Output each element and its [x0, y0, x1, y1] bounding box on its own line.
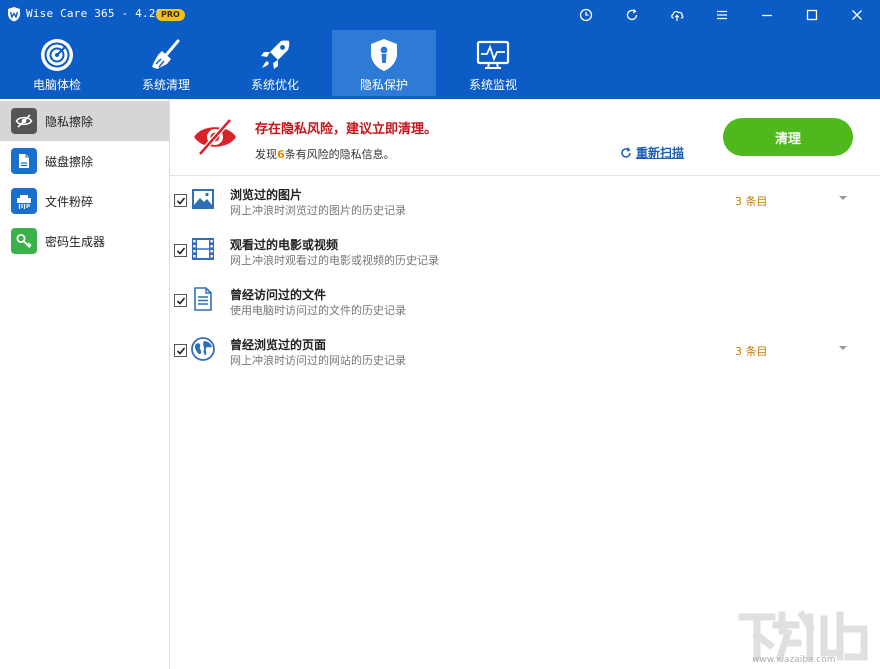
list-item: 浏览过的图片 网上冲浪时浏览过的图片的历史记录 3 条目 [170, 176, 880, 224]
checkmark-icon [176, 346, 185, 355]
item-title: 曾经浏览过的页面 [230, 338, 327, 352]
tab-label: 系统监视 [468, 78, 517, 92]
broom-icon [152, 39, 180, 69]
radar-icon [41, 39, 73, 71]
refresh-icon [626, 9, 638, 21]
sidebar: 隐私擦除 磁盘擦除 文件粉碎 密码生成器 [0, 99, 170, 669]
tab-system-monitor[interactable]: 系统监视 [441, 30, 545, 96]
maximize-button[interactable] [795, 0, 829, 30]
menu-icon [717, 10, 727, 20]
tab-pc-checkup[interactable]: 电脑体检 [5, 30, 109, 96]
watermark-url: www.xiazaiba.com [752, 655, 836, 665]
sidebar-item-label: 磁盘擦除 [45, 155, 94, 169]
risk-summary: 发现6条有风险的隐私信息。 [255, 146, 395, 162]
sidebar-item-privacy-eraser[interactable]: 隐私擦除 [0, 101, 169, 141]
rescan-link[interactable]: 重新扫描 [620, 144, 684, 161]
maximize-icon [806, 9, 818, 21]
list-item: 曾经浏览过的页面 网上冲浪时访问过的网站的历史记录 3 条目 [170, 326, 880, 374]
tab-system-optimize[interactable]: 系统优化 [223, 30, 327, 96]
risk-count: 6 [277, 148, 285, 161]
monitor-icon [476, 40, 510, 69]
item-checkbox[interactable] [174, 344, 187, 357]
item-description: 网上冲浪时浏览过的图片的历史记录 [230, 204, 406, 217]
main-nav: 电脑体检 系统清理 系统优化 隐私保护 系统监视 [0, 30, 880, 99]
checkmark-icon [176, 196, 185, 205]
checkmark-icon [176, 246, 185, 255]
picture-icon [192, 189, 214, 209]
close-button[interactable] [840, 0, 874, 30]
item-title: 浏览过的图片 [230, 188, 303, 202]
chevron-down-icon[interactable] [838, 194, 848, 202]
rescan-label: 重新扫描 [636, 146, 685, 160]
item-count: 3 条目 [735, 345, 768, 358]
item-description: 网上冲浪时访问过的网站的历史记录 [230, 354, 406, 367]
title-bar: Wise Care 365 - 4.26 PRO [0, 0, 880, 30]
risk-summary-prefix: 发现 [255, 148, 277, 161]
risk-title: 存在隐私风险，建议立即清理。 [255, 122, 438, 137]
item-checkbox[interactable] [174, 294, 187, 307]
sidebar-item-label: 隐私擦除 [45, 115, 94, 129]
globe-icon [191, 337, 215, 361]
tab-privacy-protect[interactable]: 隐私保护 [332, 30, 436, 96]
sidebar-item-password-generator[interactable]: 密码生成器 [0, 221, 169, 261]
minimize-button[interactable] [750, 0, 784, 30]
menu-button[interactable] [705, 0, 739, 30]
tab-label: 电脑体检 [32, 78, 81, 92]
chevron-down-icon[interactable] [838, 344, 848, 352]
checkmark-icon [176, 296, 185, 305]
shredder-icon [11, 188, 37, 214]
key-icon [11, 228, 37, 254]
item-checkbox[interactable] [174, 194, 187, 207]
list-item: 观看过的电影或视频 网上冲浪时观看过的电影或视频的历史记录 [170, 226, 880, 274]
cloud-upload-icon [671, 10, 684, 21]
eye-slash-icon [11, 108, 37, 134]
film-icon [192, 238, 214, 260]
item-title: 观看过的电影或视频 [230, 238, 339, 252]
refresh-button[interactable] [615, 0, 649, 30]
privacy-risk-eye-icon [194, 118, 236, 156]
main-panel: 存在隐私风险，建议立即清理。 发现6条有风险的隐私信息。 重新扫描 清理 浏览过… [170, 99, 880, 669]
tab-label: 系统优化 [250, 78, 299, 92]
sidebar-item-label: 文件粉碎 [45, 195, 94, 209]
cloud-button[interactable] [660, 0, 694, 30]
minimize-icon [762, 14, 772, 17]
item-title: 曾经访问过的文件 [230, 288, 327, 302]
timer-button[interactable] [569, 0, 603, 30]
document-icon [194, 287, 212, 311]
risk-banner: 存在隐私风险，建议立即清理。 发现6条有风险的隐私信息。 重新扫描 清理 [170, 99, 880, 176]
clock-icon [579, 8, 593, 22]
list-item: 曾经访问过的文件 使用电脑时访问过的文件的历史记录 [170, 276, 880, 324]
app-title: Wise Care 365 - 4.26 [26, 7, 163, 20]
disk-icon [11, 148, 37, 174]
item-description: 网上冲浪时观看过的电影或视频的历史记录 [230, 254, 439, 267]
sidebar-item-label: 密码生成器 [45, 235, 106, 249]
tab-system-cleaner[interactable]: 系统清理 [114, 30, 218, 96]
close-icon [852, 10, 862, 20]
item-checkbox[interactable] [174, 244, 187, 257]
risk-summary-suffix: 条有风险的隐私信息。 [284, 148, 395, 161]
item-count: 3 条目 [735, 195, 768, 208]
rescan-icon [621, 146, 631, 158]
rocket-icon [261, 40, 290, 69]
tab-label: 系统清理 [141, 78, 190, 92]
sidebar-item-file-shredder[interactable]: 文件粉碎 [0, 181, 169, 221]
app-logo-icon [8, 7, 20, 22]
pro-badge: PRO [156, 9, 185, 21]
sidebar-item-disk-eraser[interactable]: 磁盘擦除 [0, 141, 169, 181]
shield-icon [371, 39, 397, 71]
tab-label: 隐私保护 [359, 78, 408, 92]
clean-button[interactable]: 清理 [723, 118, 853, 156]
item-description: 使用电脑时访问过的文件的历史记录 [230, 304, 406, 317]
